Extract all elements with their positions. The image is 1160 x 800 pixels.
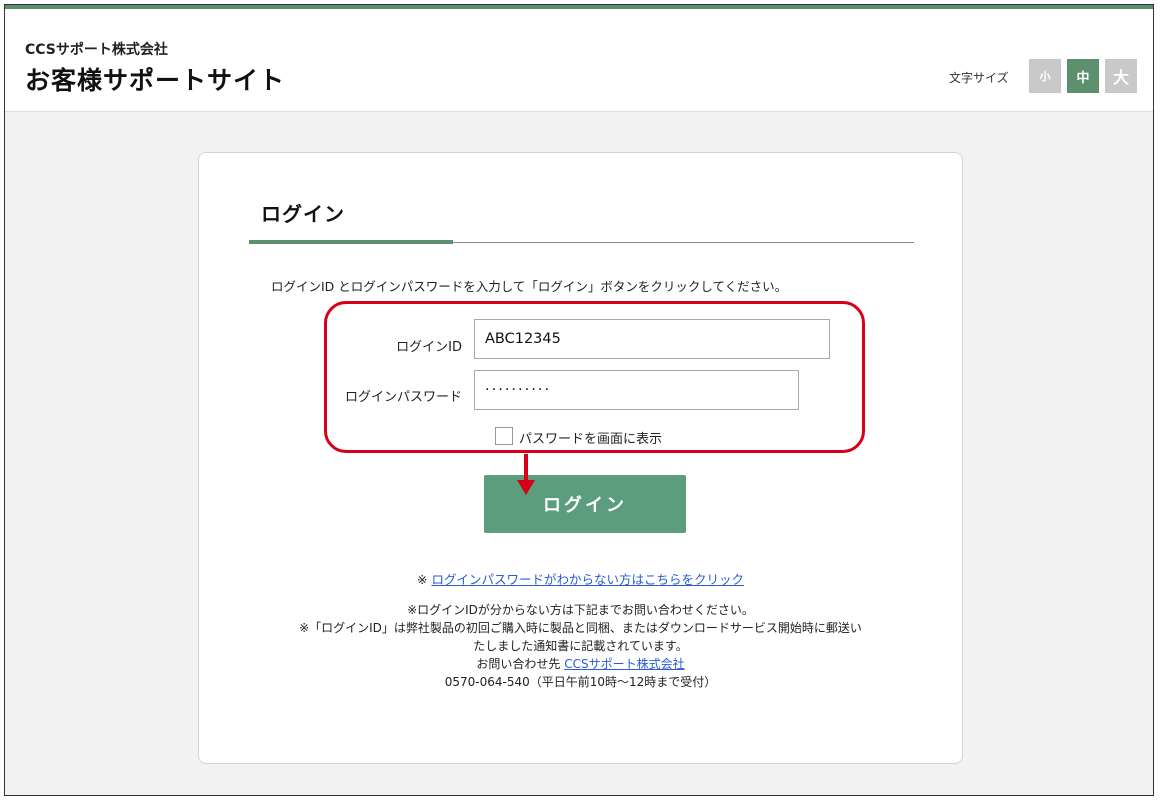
forgot-password-row: ※ ログインパスワードがわからない方はこちらをクリック (199, 569, 962, 588)
title-accent-bar (249, 240, 453, 244)
font-size-medium-button[interactable]: 中 (1067, 59, 1099, 93)
arrow-down-icon (517, 480, 535, 495)
font-size-small-button[interactable]: 小 (1029, 59, 1061, 93)
browser-frame: CCSサポート株式会社 お客様サポートサイト 文字サイズ 小 中 大 ログイン … (4, 4, 1154, 796)
contact-row: お問い合わせ先 CCSサポート株式会社 (199, 655, 962, 673)
note-notification-2: たしました通知書に記載されています。 (473, 639, 688, 653)
login-id-input[interactable]: ABC12345 (474, 319, 830, 359)
site-title: お客様サポートサイト (25, 66, 286, 95)
contact-prefix: お問い合わせ先 (476, 657, 561, 671)
login-button[interactable]: ログイン (484, 475, 686, 533)
login-instruction: ログインID とログインパスワードを入力して「ログイン」ボタンをクリックしてくだ… (271, 279, 788, 294)
contact-phone: 0570-064-540（平日午前10時～12時まで受付） (444, 675, 717, 689)
forgot-password-link[interactable]: ログインパスワードがわからない方はこちらをクリック (431, 572, 744, 587)
note-login-id: ※ログインIDが分からない方は下記までお問い合わせください。 (407, 603, 754, 617)
show-password-label[interactable]: パスワードを画面に表示 (519, 428, 662, 447)
login-card: ログイン ログインID とログインパスワードを入力して「ログイン」ボタンをクリッ… (198, 152, 963, 764)
contact-link[interactable]: CCSサポート株式会社 (564, 657, 684, 671)
login-id-label: ログインID (396, 340, 462, 355)
forgot-prefix: ※ (417, 572, 428, 587)
font-size-large-button[interactable]: 大 (1105, 59, 1137, 93)
login-title: ログイン (261, 202, 345, 226)
company-name: CCSサポート株式会社 (25, 42, 168, 58)
password-input[interactable]: ·········· (474, 370, 799, 410)
show-password-checkbox[interactable] (495, 427, 513, 445)
password-label: ログインパスワード (344, 390, 462, 405)
note-notification-1: ※「ログインID」は弊社製品の初回ご購入時に製品と同梱、またはダウンロードサービ… (299, 621, 862, 635)
site-header: CCSサポート株式会社 お客様サポートサイト 文字サイズ 小 中 大 (5, 9, 1153, 112)
font-size-label: 文字サイズ (949, 71, 1009, 85)
